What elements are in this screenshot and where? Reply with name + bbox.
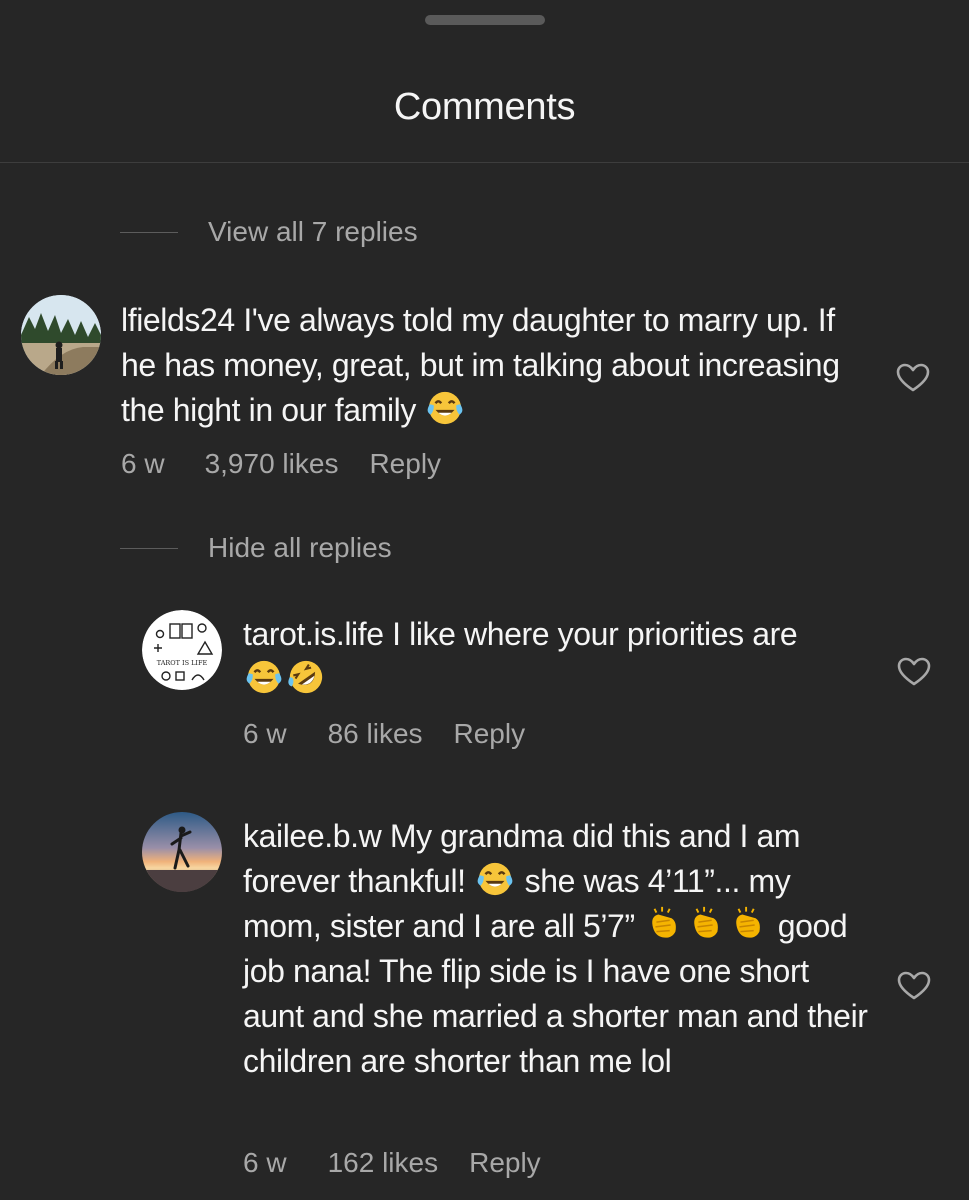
hide-all-replies-button[interactable]: Hide all replies [120,532,392,564]
avatar[interactable] [21,295,101,375]
divider-line [120,547,178,549]
comment-meta: 6 w 162 likes Reply [243,1147,541,1179]
face-with-tears-of-joy-icon [246,660,282,694]
drag-handle[interactable] [425,15,545,25]
page-title: Comments [393,86,576,128]
comment-age: 6 w [243,718,287,749]
like-heart-icon[interactable] [897,657,931,687]
rolling-on-the-floor-laughing-icon [288,660,323,694]
comment-username[interactable]: kailee.b.w [243,818,382,854]
comment-meta: 6 w 86 likes Reply [243,718,525,750]
divider-line [120,231,178,233]
face-with-tears-of-joy-icon [477,862,513,896]
reply-button[interactable]: Reply [454,718,526,750]
comment-text: tarot.is.life I like where your prioriti… [243,612,863,702]
comment-username[interactable]: lfields24 [121,302,235,338]
hide-all-replies-label: Hide all replies [208,532,392,563]
likes-count[interactable]: 3,970 likes [205,448,339,480]
avatar[interactable]: TAROT IS LIFE [142,610,222,690]
clapping-hands-icon [736,906,761,938]
reply-button[interactable]: Reply [369,448,441,480]
comment-age: 6 w [243,1147,287,1178]
view-all-replies-label: View all 7 replies [208,216,418,247]
comment-text: kailee.b.w My grandma did this and I am … [243,814,873,1084]
comment-meta: 6 w 3,970 likes Reply [121,448,441,480]
likes-count[interactable]: 86 likes [328,718,423,750]
header-divider [0,162,969,163]
reply-button[interactable]: Reply [469,1147,541,1179]
face-with-tears-of-joy-icon [428,391,463,425]
avatar[interactable] [142,812,222,892]
clapping-hands-icon [652,906,677,938]
comment-text: lfields24 I've always told my daughter t… [121,298,861,433]
clapping-hands-icon [694,906,719,938]
like-heart-icon[interactable] [896,363,930,393]
comment-age: 6 w [121,448,165,479]
comment-body: I like where your priorities are [392,616,798,652]
likes-count[interactable]: 162 likes [328,1147,439,1179]
avatar-logo-text: TAROT IS LIFE [157,659,208,667]
like-heart-icon[interactable] [897,971,931,1001]
comment-username[interactable]: tarot.is.life [243,616,384,652]
view-all-replies-button[interactable]: View all 7 replies [120,216,418,248]
